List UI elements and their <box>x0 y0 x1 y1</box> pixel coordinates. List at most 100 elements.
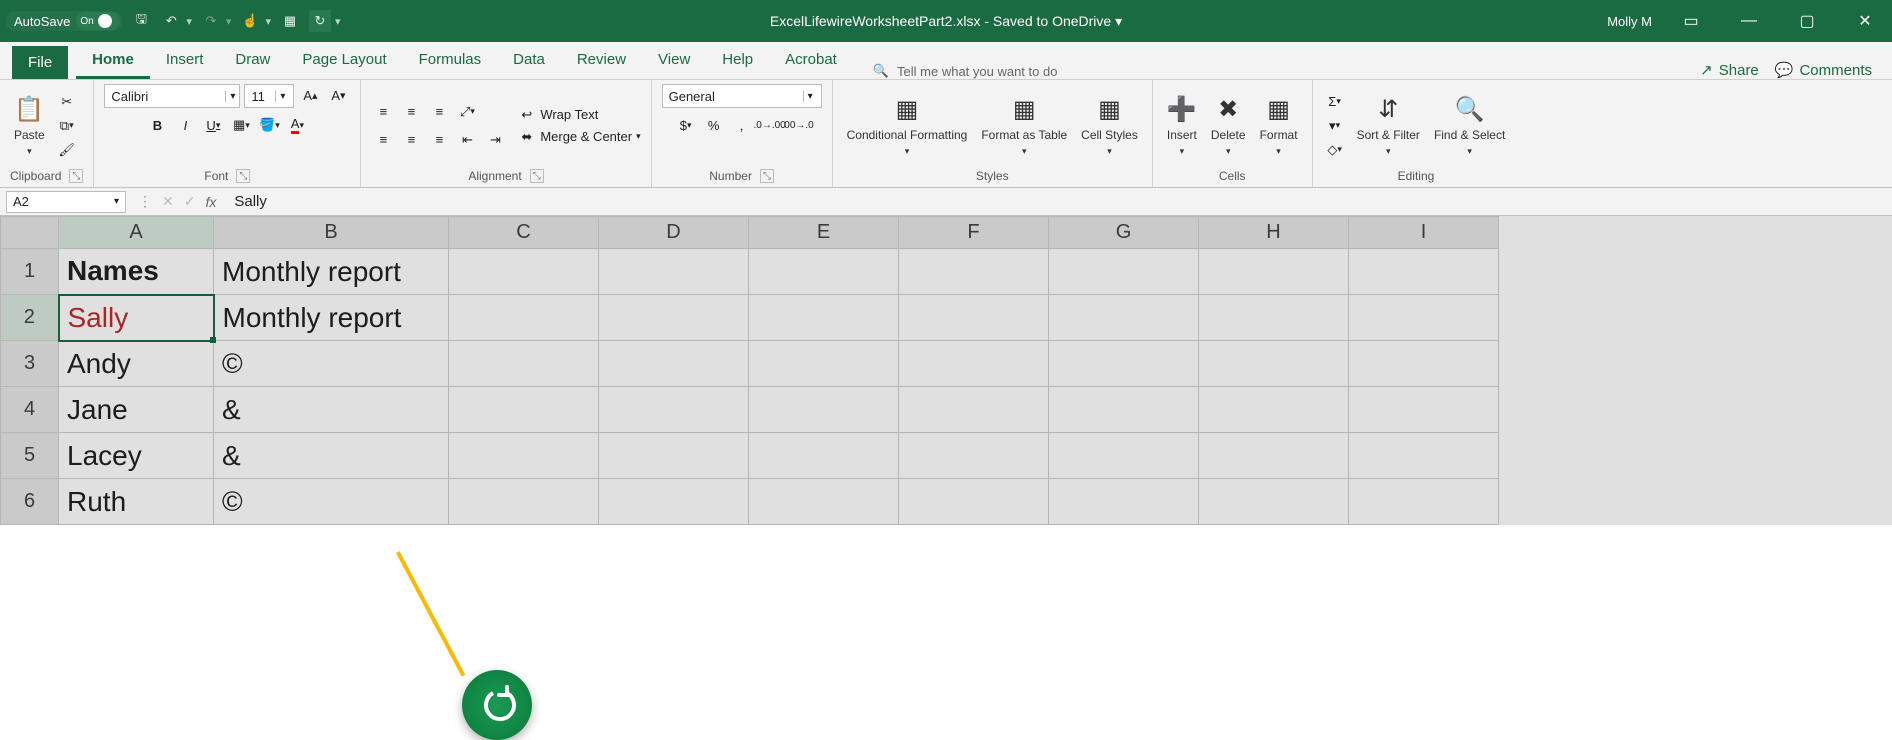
cell[interactable] <box>449 249 599 295</box>
dialog-launcher-icon[interactable]: ⤡ <box>69 169 83 183</box>
cell[interactable] <box>899 433 1049 479</box>
fx-icon[interactable]: fx <box>205 194 216 210</box>
cell[interactable] <box>1349 479 1499 525</box>
cell[interactable] <box>1199 479 1349 525</box>
cell[interactable] <box>749 387 899 433</box>
cell[interactable] <box>749 341 899 387</box>
wrap-text-button[interactable]: Wrap Text <box>540 107 598 122</box>
cell[interactable] <box>1199 341 1349 387</box>
tab-file[interactable]: File <box>12 46 68 79</box>
row-header[interactable]: 1 <box>1 249 59 295</box>
cell[interactable] <box>449 295 599 341</box>
tab-view[interactable]: View <box>642 43 706 79</box>
format-painter-icon[interactable]: 🖌 <box>55 139 79 161</box>
cell[interactable] <box>749 433 899 479</box>
cell[interactable]: Ruth <box>59 479 214 525</box>
cell[interactable] <box>599 479 749 525</box>
number-format-select[interactable]: General▾ <box>662 84 822 108</box>
increase-decimal-icon[interactable]: .0→.00 <box>758 114 782 136</box>
touch-mode-icon[interactable]: ☝ <box>239 10 261 32</box>
cell[interactable] <box>899 479 1049 525</box>
cell[interactable] <box>449 387 599 433</box>
font-color-icon[interactable]: A ▾ <box>285 114 309 136</box>
cell[interactable] <box>1199 295 1349 341</box>
increase-font-icon[interactable]: A▴ <box>298 84 322 106</box>
cell[interactable] <box>599 387 749 433</box>
cell[interactable] <box>1199 249 1349 295</box>
cell[interactable] <box>749 479 899 525</box>
column-header[interactable]: B <box>214 217 449 249</box>
cell[interactable] <box>1199 433 1349 479</box>
repeat-icon[interactable]: ↻ <box>309 10 331 32</box>
fill-color-icon[interactable]: 🪣 ▾ <box>257 114 281 136</box>
column-header[interactable]: D <box>599 217 749 249</box>
name-box[interactable]: A2▾ <box>6 191 126 213</box>
cell[interactable]: Lacey <box>59 433 214 479</box>
formula-input[interactable]: Sally <box>234 193 267 210</box>
tab-data[interactable]: Data <box>497 43 561 79</box>
cell[interactable] <box>449 479 599 525</box>
cell[interactable]: Monthly report <box>214 295 449 341</box>
format-as-table-button[interactable]: ▦Format as Table▾ <box>977 93 1071 159</box>
tab-page-layout[interactable]: Page Layout <box>286 43 402 79</box>
tab-review[interactable]: Review <box>561 43 642 79</box>
bold-button[interactable]: B <box>145 114 169 136</box>
conditional-formatting-button[interactable]: ▦Conditional Formatting▾ <box>843 93 972 159</box>
cell-styles-button[interactable]: ▦Cell Styles▾ <box>1077 93 1142 159</box>
cell[interactable] <box>1049 479 1199 525</box>
column-header[interactable]: H <box>1199 217 1349 249</box>
tell-me-search[interactable]: 🔍 Tell me what you want to do <box>873 63 1058 79</box>
align-right-icon[interactable]: ≡ <box>427 129 451 151</box>
cell[interactable] <box>899 387 1049 433</box>
decrease-decimal-icon[interactable]: .00→.0 <box>786 114 810 136</box>
increase-indent-icon[interactable]: ⇥ <box>483 129 507 151</box>
align-left-icon[interactable]: ≡ <box>371 129 395 151</box>
comma-format-icon[interactable]: , <box>730 114 754 136</box>
cell[interactable] <box>599 249 749 295</box>
cell[interactable]: & <box>214 387 449 433</box>
comments-button[interactable]: 💬Comments <box>1775 61 1872 79</box>
align-top-icon[interactable]: ≡ <box>371 101 395 123</box>
align-bottom-icon[interactable]: ≡ <box>427 101 451 123</box>
tab-draw[interactable]: Draw <box>219 43 286 79</box>
find-select-button[interactable]: 🔍Find & Select▾ <box>1430 93 1509 159</box>
cell[interactable] <box>749 295 899 341</box>
table-icon[interactable]: ▦ <box>279 10 301 32</box>
clear-icon[interactable]: ◇ ▾ <box>1323 139 1347 161</box>
cell[interactable] <box>1199 387 1349 433</box>
cell[interactable] <box>749 249 899 295</box>
cell[interactable]: © <box>214 341 449 387</box>
cell[interactable]: & <box>214 433 449 479</box>
row-header[interactable]: 6 <box>1 479 59 525</box>
column-header[interactable]: I <box>1349 217 1499 249</box>
column-header[interactable]: F <box>899 217 1049 249</box>
cell[interactable] <box>899 249 1049 295</box>
dialog-launcher-icon[interactable]: ⤡ <box>760 169 774 183</box>
column-header[interactable]: C <box>449 217 599 249</box>
orientation-icon[interactable]: ⤢ ▾ <box>455 101 479 123</box>
cell[interactable]: Names <box>59 249 214 295</box>
cancel-formula-icon[interactable]: ✕ <box>162 193 174 210</box>
enter-formula-icon[interactable]: ✓ <box>184 193 196 210</box>
paste-button[interactable]: 📋 Paste▾ <box>10 93 49 159</box>
column-header[interactable]: A <box>59 217 214 249</box>
row-header[interactable]: 5 <box>1 433 59 479</box>
underline-button[interactable]: U ▾ <box>201 114 225 136</box>
user-name[interactable]: Molly M <box>1607 14 1652 29</box>
percent-format-icon[interactable]: % <box>702 114 726 136</box>
sort-filter-button[interactable]: ⇵Sort & Filter▾ <box>1353 93 1424 159</box>
cell[interactable] <box>1349 341 1499 387</box>
minimize-icon[interactable]: — <box>1730 6 1768 36</box>
tab-acrobat[interactable]: Acrobat <box>769 43 853 79</box>
tab-help[interactable]: Help <box>706 43 769 79</box>
close-icon[interactable]: ✕ <box>1846 6 1884 36</box>
dialog-launcher-icon[interactable]: ⤡ <box>530 169 544 183</box>
autosave-toggle[interactable]: AutoSave On <box>6 11 122 31</box>
cell[interactable]: Sally <box>59 295 214 341</box>
cell[interactable] <box>1349 295 1499 341</box>
cell[interactable] <box>1349 387 1499 433</box>
align-center-icon[interactable]: ≡ <box>399 129 423 151</box>
column-header[interactable]: E <box>749 217 899 249</box>
cell[interactable]: © <box>214 479 449 525</box>
cell[interactable] <box>1349 433 1499 479</box>
